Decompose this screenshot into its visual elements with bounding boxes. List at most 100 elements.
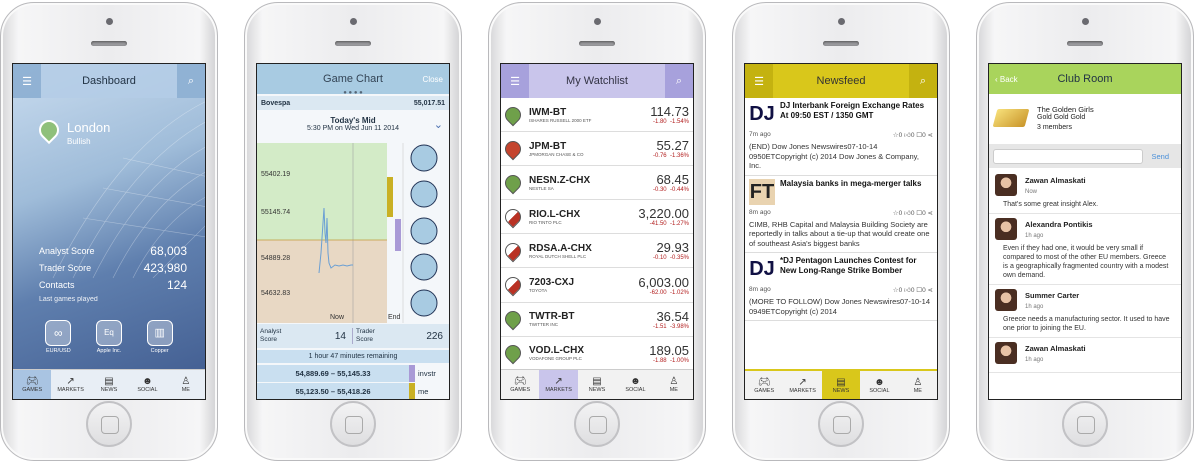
- tab-markets[interactable]: ↗ MARKETS: [783, 371, 821, 399]
- tab-news[interactable]: ▤ NEWS: [821, 371, 861, 399]
- share-icon[interactable]: ⋖: [928, 132, 933, 139]
- city-name: London: [67, 120, 111, 135]
- post-list: Zawan Almaskati Now That's some great insi…: [989, 170, 1181, 399]
- tab-social[interactable]: ☻ SOCIAL: [860, 371, 898, 399]
- news-item[interactable]: FT Malaysia banks in mega-merger talks 8m …: [745, 176, 937, 253]
- tab-me[interactable]: ♙ ME: [899, 371, 937, 399]
- bet-slot[interactable]: [410, 180, 438, 208]
- tab-social[interactable]: ☻ SOCIAL: [128, 370, 166, 399]
- author-name[interactable]: Summer Carter: [1025, 291, 1079, 300]
- avatar[interactable]: [995, 342, 1017, 364]
- tab-news[interactable]: ▤ NEWS: [90, 370, 128, 399]
- y-tick: 54889.28: [261, 255, 290, 262]
- send-button[interactable]: Send: [1143, 152, 1177, 161]
- game-tile[interactable]: ∞ EUR/USD: [45, 320, 72, 354]
- menu-button[interactable]: ☰: [501, 64, 529, 98]
- bet-slot[interactable]: [410, 289, 438, 317]
- summary: CIMB, RHB Capital and Malaysia Building …: [749, 219, 930, 248]
- tab-social[interactable]: ☻ SOCIAL: [616, 370, 654, 399]
- tab-markets[interactable]: ↗ MARKETS: [539, 370, 578, 399]
- menu-button[interactable]: ☰: [13, 64, 41, 98]
- change: -0.10: [652, 255, 667, 262]
- analyst-label: Analyst Score: [260, 328, 282, 343]
- thumbs-up-icon[interactable]: 👍︎: [904, 287, 911, 294]
- trader-label: Trader Score: [352, 328, 392, 344]
- search-button[interactable]: ⌕: [665, 64, 693, 98]
- tab-label: SOCIAL: [869, 387, 890, 394]
- watchlist-row[interactable]: VOD.L-CHX VODAFONE GROUP PLC 189.05 -1.88 -…: [501, 337, 693, 369]
- menu-button[interactable]: ☰: [745, 64, 773, 98]
- watchlist-row[interactable]: JPM-BT JPMORGAN CHASE & CO 55.27 -0.76 -1.3…: [501, 132, 693, 167]
- trend-pin-icon: [501, 341, 525, 365]
- tab-me[interactable]: ♙ ME: [167, 370, 205, 399]
- page-title: Game Chart: [323, 73, 383, 85]
- bet-slot[interactable]: [410, 217, 438, 245]
- thumbs-up-icon[interactable]: 👍︎: [904, 210, 911, 217]
- news-item[interactable]: DJ DJ Interbank Foreign Exchange Rates At…: [745, 98, 937, 176]
- game-tile[interactable]: ▥ Copper: [146, 320, 173, 354]
- game-tile[interactable]: Eq Apple Inc.: [95, 320, 122, 354]
- close-button[interactable]: Close: [423, 75, 443, 84]
- avatar[interactable]: [995, 174, 1017, 196]
- home-button[interactable]: [574, 401, 620, 447]
- stat-label: Analyst Score: [39, 245, 95, 256]
- thumbs-up-icon[interactable]: 👍︎: [904, 132, 911, 139]
- tab-me[interactable]: ♙ ME: [655, 370, 693, 399]
- watchlist-row[interactable]: IWM-BT ISHARES RUSSELL 2000 ETF 114.73 -1.8…: [501, 98, 693, 133]
- avatar[interactable]: [995, 289, 1017, 311]
- share-icon[interactable]: ⋖: [928, 210, 933, 217]
- avatar[interactable]: [995, 218, 1017, 240]
- watchlist-row[interactable]: 7203-CXJ TOYOTA 6,003.00 -62.00 -1.02%: [501, 268, 693, 303]
- stat-value: 423,980: [143, 260, 187, 275]
- mid-time: 5:30 PM on Wed Jun 11 2014: [307, 125, 399, 132]
- watchlist-row[interactable]: RIO.L-CHX RIO TINTO PLC 3,220.00 -41.50 -1.…: [501, 200, 693, 235]
- headline[interactable]: *DJ Pentagon Launches Contest for New Lo…: [780, 256, 933, 282]
- symbol: NESN.Z-CHX: [529, 174, 591, 186]
- change: -1.88: [652, 357, 667, 364]
- home-button[interactable]: [1062, 401, 1108, 447]
- news-icon: ▤: [836, 376, 846, 388]
- stat-row: Contacts 124: [13, 276, 205, 293]
- news-item[interactable]: DJ *DJ Pentagon Launches Contest for New …: [745, 253, 937, 321]
- post: Alexandra Pontikis 1h ago Even if they had…: [989, 214, 1181, 285]
- author-name[interactable]: Zawan Almaskati: [1025, 176, 1086, 185]
- price: 29.93: [656, 240, 689, 256]
- coins-icon: ∞: [45, 320, 72, 346]
- chevron-down-icon[interactable]: ⌄: [434, 118, 443, 131]
- home-button[interactable]: [330, 401, 376, 447]
- game-label: EUR/USD: [45, 348, 71, 354]
- price: 3,220.00: [638, 206, 689, 222]
- tab-bar: 🎮︎ GAMES ↗ MARKETS ▤ NEWS ☻ SOCIAL ♙ ME: [501, 369, 693, 399]
- search-button[interactable]: ⌕: [177, 64, 205, 98]
- range-row: 55,123.50 – 55,418.26 me: [257, 383, 449, 399]
- watchlist-row[interactable]: TWTR-BT TWITTER INC 36.54 -1.51 -3.98%: [501, 303, 693, 337]
- search-button[interactable]: ⌕: [909, 64, 937, 98]
- home-button[interactable]: [818, 401, 864, 447]
- watchlist-row[interactable]: RDSA.A-CHX ROYAL DUTCH SHELL PLC 29.93 -0.1…: [501, 234, 693, 269]
- author-name[interactable]: Alexandra Pontikis: [1025, 220, 1093, 229]
- tab-games[interactable]: 🎮︎ GAMES: [13, 370, 52, 399]
- gold-bar-icon: [992, 109, 1030, 127]
- bet-slot[interactable]: [410, 144, 438, 172]
- home-button[interactable]: [86, 401, 132, 447]
- headline[interactable]: DJ Interbank Foreign Exchange Rates At 0…: [780, 101, 933, 127]
- tab-markets[interactable]: ↗ MARKETS: [51, 370, 89, 399]
- tab-label: MARKETS: [545, 387, 572, 393]
- change-percent: -1.00%: [669, 357, 689, 364]
- watchlist-row[interactable]: NESN.Z-CHX NESTLE SA 68.45 -0.30 -0.44%: [501, 166, 693, 201]
- author-name[interactable]: Zawan Almaskati: [1025, 344, 1086, 353]
- message-input[interactable]: [993, 148, 1144, 164]
- page-title: Club Room: [1057, 73, 1113, 85]
- back-button[interactable]: ‹ Back: [995, 75, 1018, 84]
- tab-news[interactable]: ▤ NEWS: [578, 370, 616, 399]
- gamepad-icon: 🎮︎: [513, 376, 527, 387]
- tab-games[interactable]: 🎮︎ GAMES: [745, 371, 783, 399]
- price-chart: 55402.19 55145.74 54889.28 54632.83 Now …: [257, 143, 438, 323]
- share-icon[interactable]: ⋖: [928, 287, 933, 294]
- game-label: Apple Inc.: [96, 348, 122, 354]
- bet-slot[interactable]: [410, 253, 438, 281]
- change: -0.76: [652, 153, 667, 160]
- tab-games[interactable]: 🎮︎ GAMES: [501, 370, 539, 399]
- change-percent: -0.44%: [669, 187, 689, 194]
- headline[interactable]: Malaysia banks in mega-merger talks: [780, 179, 921, 205]
